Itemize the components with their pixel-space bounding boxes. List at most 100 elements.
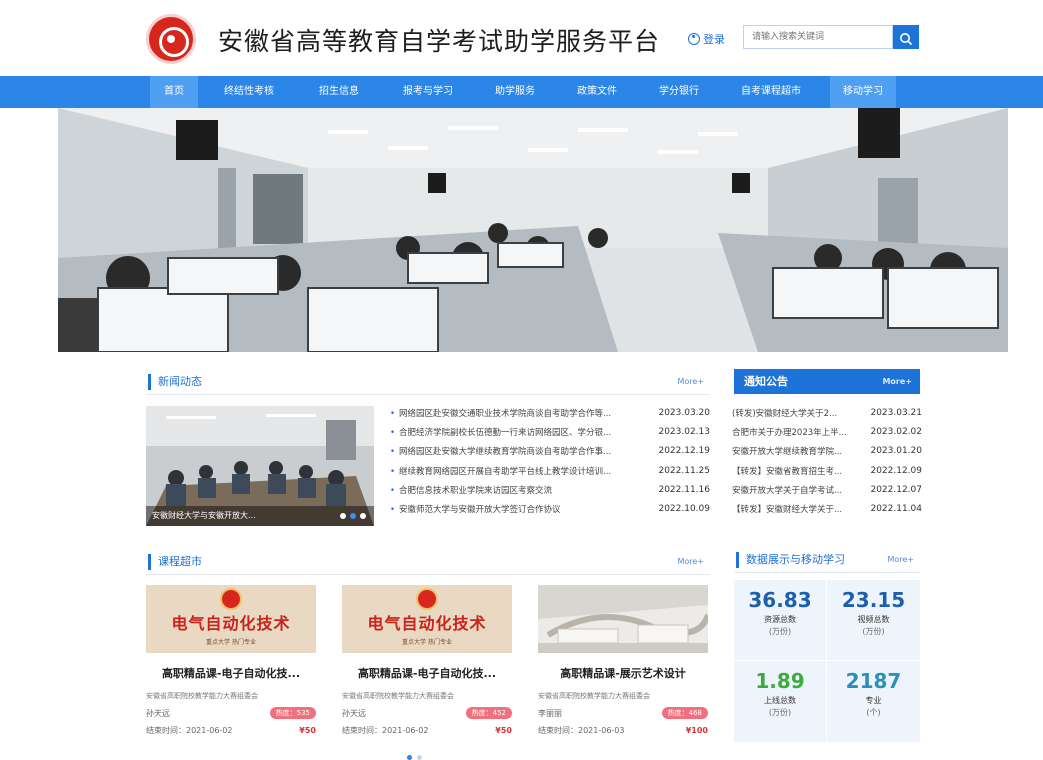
hero-banner[interactable]: [58, 108, 1008, 352]
nav-item-policies[interactable]: 政策文件: [566, 76, 628, 108]
nav-item-final-assessment[interactable]: 终结性考核: [213, 76, 285, 108]
notice-item[interactable]: (转发)安徽财经大学关于2... 2023.03.21: [732, 403, 922, 422]
login-link[interactable]: 登录: [688, 31, 725, 47]
notice-item-title[interactable]: 安徽开放大学关于自学考试...: [732, 484, 864, 496]
course-card[interactable]: 高职精品课-展示艺术设计 安徽省高职院校教学能力大赛组委会 李丽丽 热度：468…: [538, 585, 708, 745]
search-button[interactable]: [893, 25, 919, 49]
news-item-title[interactable]: 安徽师范大学与安徽开放大学签订合作协议: [390, 503, 648, 515]
news-image-carousel[interactable]: 安徽财经大学与安徽开放大...: [146, 406, 374, 526]
notice-item-title[interactable]: 合肥市关于办理2023年上半...: [732, 426, 864, 438]
course-title[interactable]: 高职精品课-电子自动化技...: [146, 665, 316, 681]
stat-value: 1.89: [755, 669, 805, 693]
course-card[interactable]: 电气自动化技术 重点大学 热门专业 高职精品课-电子自动化技... 安徽省高职院…: [146, 585, 316, 745]
stat-unit: (个): [866, 708, 881, 717]
notice-item-title[interactable]: (转发)安徽财经大学关于2...: [732, 407, 864, 419]
notice-item-title[interactable]: 【转发】安徽省教育招生考...: [732, 465, 864, 477]
news-item[interactable]: 合肥经济学院副校长伍德勤一行来访网络园区、学分银... 2023.02.13: [390, 422, 710, 441]
notice-item-title[interactable]: 安徽开放大学继续教育学院...: [732, 445, 864, 457]
news-item-title[interactable]: 网络园区赴安徽交通职业技术学院商谈自考助学合作等...: [390, 407, 648, 419]
news-item-date: 2022.12.19: [658, 446, 710, 457]
course-teacher: 李丽丽: [538, 708, 562, 718]
stat-value: 2187: [845, 669, 902, 693]
pager-dot[interactable]: [417, 755, 422, 760]
course-image-text: 电气自动化技术: [367, 614, 487, 633]
news-item-title[interactable]: 继续教育网络园区开展自考助学平台线上教学设计培训...: [390, 465, 648, 477]
course-hot-badge: 热度：535: [269, 707, 316, 719]
carousel-dot[interactable]: [360, 513, 366, 519]
course-end-date: 结束时间：2021-06-02: [342, 726, 429, 735]
carousel-dot-active[interactable]: [350, 513, 356, 519]
nav-item-services[interactable]: 助学服务: [484, 76, 546, 108]
nav-item-mobile-learning[interactable]: 移动学习: [830, 76, 896, 108]
news-item-title[interactable]: 网络园区赴安徽大学继续教育学院商谈自考助学合作事...: [390, 445, 648, 457]
search-icon: [900, 33, 913, 46]
nav-item-home[interactable]: 首页: [150, 76, 198, 108]
course-thumbnail[interactable]: [538, 585, 708, 653]
course-image-subtext: 重点大学 热门专业: [206, 639, 256, 646]
search-input[interactable]: [743, 25, 893, 49]
course-thumbnail[interactable]: 电气自动化技术 重点大学 热门专业: [342, 585, 512, 653]
stat-majors: 2187 专业 (个): [827, 661, 920, 742]
course-title[interactable]: 高职精品课-展示艺术设计: [538, 665, 708, 681]
news-header: 新闻动态 More+: [146, 369, 710, 395]
stat-unit: (万份): [768, 708, 792, 717]
nav-item-credit-bank[interactable]: 学分银行: [648, 76, 710, 108]
news-item-date: 2022.10.09: [658, 504, 710, 515]
carousel-dot[interactable]: [340, 513, 346, 519]
stat-unit: (万份): [768, 627, 792, 636]
school-seal-icon: [416, 588, 438, 610]
notice-item-date: 2023.01.20: [870, 446, 922, 457]
news-item[interactable]: 安徽师范大学与安徽开放大学签订合作协议 2022.10.09: [390, 499, 710, 518]
notice-item[interactable]: 安徽开放大学继续教育学院... 2023.01.20: [732, 442, 922, 461]
notice-header: 通知公告 More+: [734, 369, 920, 394]
news-item-title[interactable]: 合肥信息技术职业学院来访园区考察交流: [390, 484, 648, 496]
login-label: 登录: [703, 33, 725, 46]
courses-more-link[interactable]: More+: [677, 557, 704, 566]
course-hot-badge: 热度：468: [661, 707, 708, 719]
course-image-subtext: 重点大学 热门专业: [402, 639, 452, 646]
news-item[interactable]: 合肥信息技术职业学院来访园区考察交流 2022.11.16: [390, 480, 710, 499]
news-item-date: 2023.02.13: [658, 426, 710, 437]
course-hot-badge: 热度：452: [465, 707, 512, 719]
site-logo[interactable]: [146, 14, 196, 64]
course-price: ¥100: [685, 726, 708, 735]
course-teacher: 孙天远: [342, 708, 366, 718]
course-org: 安徽省高职院校教学能力大赛组委会: [342, 692, 454, 700]
course-title[interactable]: 高职精品课-电子自动化技...: [342, 665, 512, 681]
notice-item[interactable]: 安徽开放大学关于自学考试... 2022.12.07: [732, 480, 922, 499]
user-icon: [688, 33, 700, 45]
nav-item-admissions[interactable]: 招生信息: [308, 76, 370, 108]
stat-unit: (万份): [862, 627, 885, 636]
news-item[interactable]: 网络园区赴安徽交通职业技术学院商谈自考助学合作等... 2023.03.20: [390, 403, 710, 422]
notice-list: (转发)安徽财经大学关于2... 2023.03.21 合肥市关于办理2023年上…: [732, 403, 922, 519]
course-card[interactable]: 电气自动化技术 重点大学 热门专业 高职精品课-电子自动化技... 安徽省高职院…: [342, 585, 512, 745]
notice-item[interactable]: 合肥市关于办理2023年上半... 2023.02.02: [732, 422, 922, 441]
course-thumbnail[interactable]: 电气自动化技术 重点大学 热门专业: [146, 585, 316, 653]
stat-resources: 36.83 资源总数 (万份): [734, 580, 827, 661]
stat-value: 36.83: [748, 588, 812, 612]
notice-item[interactable]: 【转发】安徽财经大学关于... 2022.11.04: [732, 499, 922, 518]
course-end-date: 结束时间：2021-06-02: [146, 726, 233, 735]
exhibition-photo: [538, 585, 708, 653]
notice-item[interactable]: 【转发】安徽省教育招生考... 2022.12.09: [732, 461, 922, 480]
news-item[interactable]: 网络园区赴安徽大学继续教育学院商谈自考助学合作事... 2022.12.19: [390, 442, 710, 461]
notice-item-date: 2023.02.02: [870, 426, 922, 437]
news-item-date: 2022.11.25: [658, 465, 710, 476]
stat-label: 专业: [865, 696, 882, 705]
nav-item-register-study[interactable]: 报考与学习: [392, 76, 464, 108]
stats-more-link[interactable]: More+: [887, 555, 914, 564]
news-item-title[interactable]: 合肥经济学院副校长伍德勤一行来访网络园区、学分银...: [390, 426, 648, 438]
news-list: 网络园区赴安徽交通职业技术学院商谈自考助学合作等... 2023.03.20 合肥…: [390, 403, 710, 519]
news-item-date: 2023.03.20: [658, 407, 710, 418]
stats-header: 数据展示与移动学习 More+: [734, 547, 920, 573]
news-item[interactable]: 继续教育网络园区开展自考助学平台线上教学设计培训... 2022.11.25: [390, 461, 710, 480]
notice-more-link[interactable]: More+: [882, 369, 912, 394]
nav-item-course-market[interactable]: 自考课程超市: [728, 76, 814, 108]
course-price: ¥50: [299, 726, 316, 735]
stat-value: 23.15: [841, 588, 906, 612]
news-more-link[interactable]: More+: [677, 377, 704, 386]
site-title: 安徽省高等教育自学考试助学服务平台: [218, 27, 661, 56]
school-seal-icon: [220, 588, 242, 610]
notice-item-title[interactable]: 【转发】安徽财经大学关于...: [732, 503, 864, 515]
pager-dot-active[interactable]: [407, 755, 412, 760]
